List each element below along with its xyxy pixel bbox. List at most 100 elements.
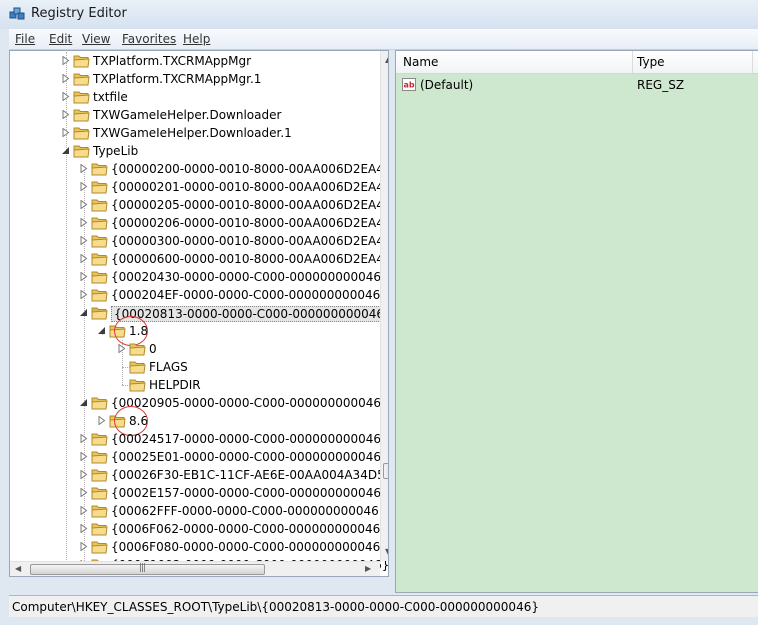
- expanded-triangle-icon[interactable]: [62, 146, 70, 155]
- tree-node[interactable]: {0002E157-0000-0000-C000-000000000046}: [10, 484, 388, 502]
- tree-node[interactable]: {00062FFF-0000-0000-C000-000000000046}: [10, 502, 386, 520]
- collapsed-triangle-icon[interactable]: [80, 470, 88, 479]
- status-bar: Computer\HKEY_CLASSES_ROOT\TypeLib\{0002…: [9, 595, 758, 617]
- collapsed-triangle-icon[interactable]: [62, 74, 70, 83]
- scroll-up-arrow-icon[interactable]: ▲: [385, 55, 388, 64]
- tree-node[interactable]: {0006F080-0000-0000-C000-000000000046}: [10, 538, 388, 556]
- tree-node-label: {00000200-0000-0010-8000-00AA006D2EA4}: [111, 162, 389, 176]
- scroll-down-arrow-icon[interactable]: ▼: [385, 547, 388, 556]
- tree-horizontal-scroll-thumb[interactable]: |||: [30, 563, 265, 575]
- folder-icon: [91, 541, 108, 554]
- collapsed-triangle-icon[interactable]: [80, 200, 88, 209]
- tree-node[interactable]: {00000300-0000-0010-8000-00AA006D2EA4}: [10, 232, 388, 250]
- status-path: Computer\HKEY_CLASSES_ROOT\TypeLib\{0002…: [12, 600, 539, 614]
- tree-node[interactable]: {00020813-0000-0000-C000-000000000046}: [10, 304, 388, 322]
- expanded-triangle-icon[interactable]: [80, 398, 88, 407]
- column-header-name[interactable]: Name: [403, 55, 438, 69]
- collapsed-triangle-icon[interactable]: [80, 182, 88, 191]
- tree-node[interactable]: {00026F30-EB1C-11CF-AE6E-00AA004A34D5}: [10, 466, 388, 484]
- collapsed-triangle-icon[interactable]: [62, 128, 70, 137]
- menu-view[interactable]: View: [82, 32, 110, 46]
- collapsed-triangle-icon[interactable]: [80, 218, 88, 227]
- collapsed-triangle-icon[interactable]: [62, 92, 70, 101]
- tree-node[interactable]: FLAGS: [10, 358, 378, 376]
- tree-node[interactable]: TXPlatform.TXCRMAppMgr.1: [10, 70, 378, 88]
- folder-icon: [91, 235, 108, 248]
- tree-node-label: TXWGameIeHelper.Downloader: [93, 108, 282, 122]
- column-divider[interactable]: [752, 51, 753, 73]
- tree-node[interactable]: txtfile: [10, 88, 378, 106]
- folder-icon: [73, 127, 90, 140]
- folder-icon: [91, 271, 108, 284]
- tree-node[interactable]: {00000205-0000-0010-8000-00AA006D2EA4}: [10, 196, 388, 214]
- collapsed-triangle-icon[interactable]: [80, 290, 88, 299]
- grip-icon: |||: [139, 563, 146, 573]
- collapsed-triangle-icon[interactable]: [80, 542, 88, 551]
- tree-node[interactable]: {00000200-0000-0010-8000-00AA006D2EA4}: [10, 160, 388, 178]
- tree-node[interactable]: 1.8: [10, 316, 378, 346]
- tree-node[interactable]: {00020430-0000-0000-C000-000000000046}: [10, 268, 388, 286]
- collapsed-triangle-icon[interactable]: [80, 488, 88, 497]
- tree-node-label: {00025E01-0000-0000-C000-000000000046}: [111, 450, 389, 464]
- folder-icon: [91, 469, 108, 482]
- folder-icon: [91, 217, 108, 230]
- collapsed-triangle-icon[interactable]: [80, 434, 88, 443]
- tree-vertical-scroll-thumb[interactable]: [383, 463, 388, 479]
- tree-node[interactable]: {00025E01-0000-0000-C000-000000000046}: [10, 448, 388, 466]
- collapsed-triangle-icon[interactable]: [80, 254, 88, 263]
- scroll-left-arrow-icon[interactable]: ◀: [15, 564, 21, 573]
- collapsed-triangle-icon[interactable]: [80, 506, 88, 515]
- key-tree[interactable]: TXPlatform.TXCRMAppMgr TXPlatform.TXCRMAp…: [9, 50, 389, 577]
- tree-node-label: TXPlatform.TXCRMAppMgr: [93, 54, 252, 68]
- tree-node[interactable]: {00024517-0000-0000-C000-000000000046}: [10, 430, 388, 448]
- tree-horizontal-scrollbar[interactable]: ◀ ||| ▶: [10, 561, 380, 576]
- collapsed-triangle-icon[interactable]: [62, 56, 70, 65]
- collapsed-triangle-icon[interactable]: [80, 452, 88, 461]
- values-list[interactable]: Name Type ab (Default) REG_SZ: [395, 50, 758, 593]
- column-divider[interactable]: [632, 51, 633, 73]
- collapsed-triangle-icon[interactable]: [98, 416, 106, 425]
- tree-node-label: {0002E157-0000-0000-C000-000000000046}: [111, 486, 389, 500]
- expanded-triangle-icon[interactable]: [98, 326, 106, 335]
- tree-node-label: FLAGS: [149, 360, 188, 374]
- column-header-type[interactable]: Type: [637, 55, 665, 69]
- value-name: (Default): [420, 78, 474, 92]
- collapsed-triangle-icon[interactable]: [80, 524, 88, 533]
- folder-icon: [73, 73, 90, 86]
- tree-node[interactable]: {00000206-0000-0010-8000-00AA006D2EA4}: [10, 214, 388, 232]
- collapsed-triangle-icon[interactable]: [80, 164, 88, 173]
- collapsed-triangle-icon[interactable]: [80, 236, 88, 245]
- menu-edit[interactable]: Edit: [49, 32, 72, 46]
- tree-node[interactable]: 0: [10, 340, 378, 358]
- collapsed-triangle-icon[interactable]: [80, 272, 88, 281]
- tree-node[interactable]: TXWGameIeHelper.Downloader.1: [10, 124, 378, 142]
- menu-help[interactable]: Help: [183, 32, 210, 46]
- tree-vertical-scrollbar[interactable]: ▲ ▼: [380, 51, 388, 561]
- scroll-right-arrow-icon[interactable]: ▶: [365, 564, 371, 573]
- tree-node-label: txtfile: [93, 90, 128, 104]
- tree-node[interactable]: HELPDIR: [10, 376, 378, 394]
- tree-node[interactable]: 8.6: [10, 406, 378, 436]
- tree-node[interactable]: {00000600-0000-0010-8000-00AA006D2EA4}: [10, 250, 388, 268]
- string-value-icon: ab: [402, 78, 416, 91]
- expanded-triangle-icon[interactable]: [80, 308, 88, 317]
- collapsed-triangle-icon[interactable]: [118, 344, 126, 353]
- menu-favorites[interactable]: Favorites: [122, 32, 176, 46]
- tree-node-label: TXWGameIeHelper.Downloader.1: [93, 126, 292, 140]
- tree-node[interactable]: TXPlatform.TXCRMAppMgr: [10, 52, 378, 70]
- folder-icon: [91, 397, 108, 410]
- tree-node[interactable]: {00020905-0000-0000-C000-000000000046}: [10, 394, 388, 412]
- folder-icon: [129, 343, 146, 356]
- tree-node[interactable]: {0006F062-0000-0000-C000-000000000046}: [10, 520, 388, 538]
- collapsed-triangle-icon[interactable]: [62, 110, 70, 119]
- menu-file[interactable]: File: [15, 32, 35, 46]
- folder-icon: [91, 199, 108, 212]
- tree-node[interactable]: {000204EF-0000-0000-C000-000000000046}: [10, 286, 388, 304]
- list-header: Name Type: [396, 51, 758, 74]
- value-type: REG_SZ: [637, 78, 685, 92]
- tree-node-label: HELPDIR: [149, 378, 201, 392]
- tree-node-label: {00020905-0000-0000-C000-000000000046}: [111, 396, 389, 410]
- tree-node[interactable]: TypeLib: [10, 142, 378, 160]
- tree-node[interactable]: {00000201-0000-0010-8000-00AA006D2EA4}: [10, 178, 388, 196]
- tree-node[interactable]: TXWGameIeHelper.Downloader: [10, 106, 378, 124]
